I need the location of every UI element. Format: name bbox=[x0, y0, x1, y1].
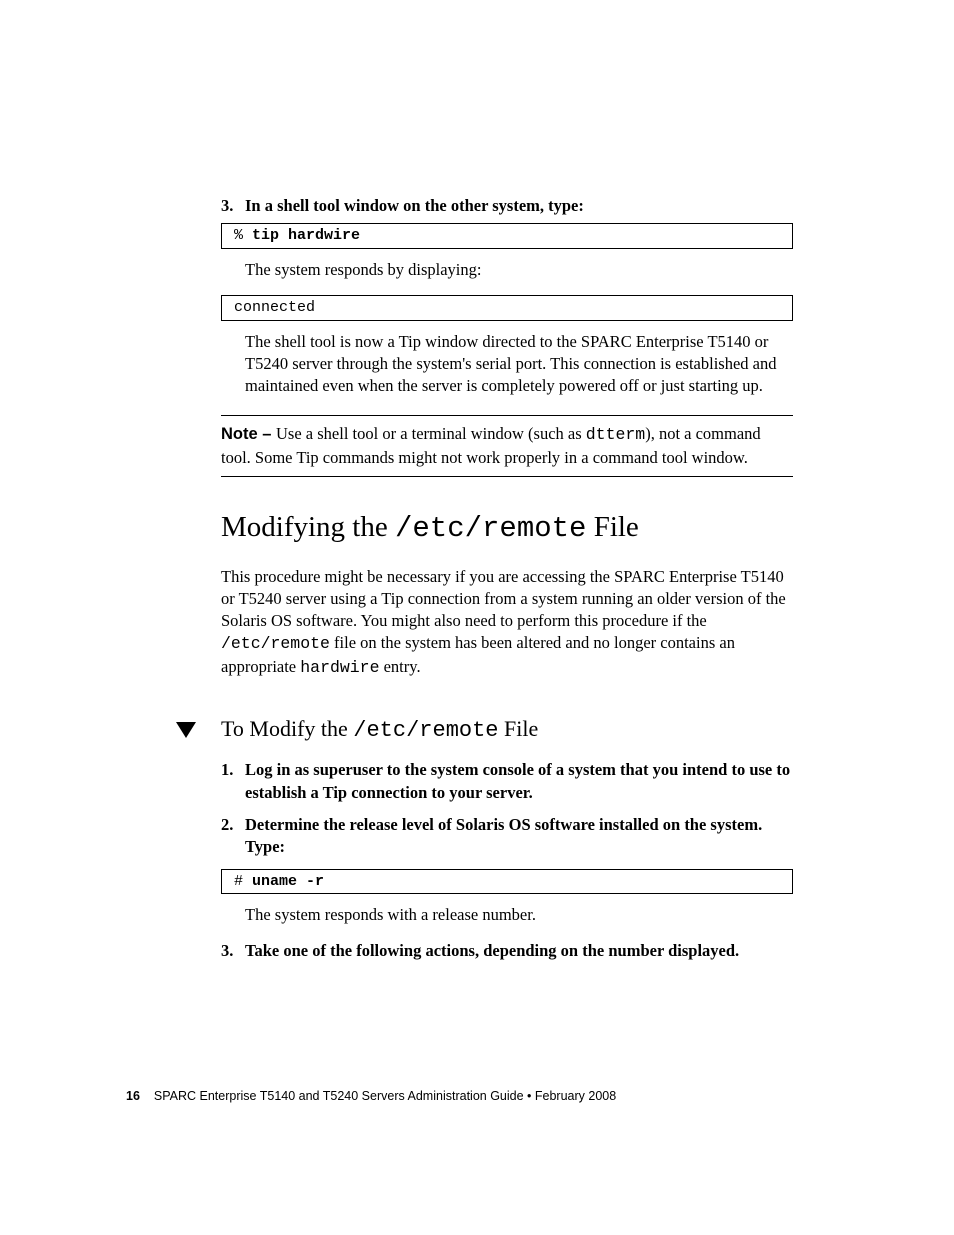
code-output: connected bbox=[234, 299, 315, 316]
section-heading: Modifying the /etc/remote File bbox=[221, 509, 793, 548]
step-text: In a shell tool window on the other syst… bbox=[245, 195, 793, 217]
step-text: Take one of the following actions, depen… bbox=[245, 940, 793, 962]
step-number: 3. bbox=[221, 195, 245, 217]
page-footer: 16 SPARC Enterprise T5140 and T5240 Serve… bbox=[126, 1088, 616, 1105]
response-intro: The system responds by displaying: bbox=[245, 259, 793, 281]
page-number: 16 bbox=[126, 1089, 140, 1103]
step-list-lower: 1. Log in as superuser to the system con… bbox=[221, 759, 793, 858]
code-box-uname: # uname -r bbox=[221, 869, 793, 895]
note-rule-bottom bbox=[221, 476, 793, 477]
note-block: Note – Use a shell tool or a terminal wi… bbox=[221, 415, 793, 477]
step-number: 2. bbox=[221, 814, 245, 859]
step-text: Log in as superuser to the system consol… bbox=[245, 759, 793, 804]
code-box-tip: % tip hardwire bbox=[221, 223, 793, 249]
sp-p1: This procedure might be necessary if you… bbox=[221, 567, 786, 631]
code-command: uname -r bbox=[252, 873, 324, 890]
subsection-heading: To Modify the /etc/remote File bbox=[221, 715, 538, 746]
code-prompt: # bbox=[234, 873, 252, 890]
code-command: tip hardwire bbox=[252, 227, 360, 244]
section-heading-post: File bbox=[586, 511, 638, 543]
step-2-item: 2. Determine the release level of Solari… bbox=[221, 814, 793, 859]
step-3-body: The system responds by displaying: bbox=[245, 259, 793, 281]
step-3b-item: 3. Take one of the following actions, de… bbox=[221, 940, 793, 962]
tip-explanation-text: The shell tool is now a Tip window direc… bbox=[245, 331, 793, 398]
step-3-item: 3. In a shell tool window on the other s… bbox=[221, 195, 793, 217]
page-content: 3. In a shell tool window on the other s… bbox=[221, 195, 793, 969]
step-number: 1. bbox=[221, 759, 245, 804]
step-1-item: 1. Log in as superuser to the system con… bbox=[221, 759, 793, 804]
subsection-post: File bbox=[499, 716, 539, 741]
section-paragraph: This procedure might be necessary if you… bbox=[221, 566, 793, 679]
tip-explanation: The shell tool is now a Tip window direc… bbox=[245, 331, 793, 398]
footer-title: SPARC Enterprise T5140 and T5240 Servers… bbox=[154, 1089, 616, 1103]
triangle-down-icon bbox=[175, 721, 221, 739]
step-list-upper: 3. In a shell tool window on the other s… bbox=[221, 195, 793, 217]
subsection-pre: To Modify the bbox=[221, 716, 353, 741]
code-prompt: % bbox=[234, 227, 252, 244]
procedure-heading-row: To Modify the /etc/remote File bbox=[175, 715, 793, 746]
code-box-connected: connected bbox=[221, 295, 793, 321]
sp-c1: /etc/remote bbox=[221, 634, 330, 653]
note-pre: Use a shell tool or a terminal window (s… bbox=[276, 424, 586, 443]
sp-c2: hardwire bbox=[300, 658, 379, 677]
section-heading-pre: Modifying the bbox=[221, 511, 395, 543]
note-text: Note – Use a shell tool or a terminal wi… bbox=[221, 416, 793, 476]
step-number: 3. bbox=[221, 940, 245, 962]
note-label: Note – bbox=[221, 425, 276, 443]
step-2-body: The system responds with a release numbe… bbox=[245, 904, 793, 926]
subsection-code: /etc/remote bbox=[353, 718, 498, 743]
section-heading-code: /etc/remote bbox=[395, 512, 586, 545]
step-2-response: The system responds with a release numbe… bbox=[245, 904, 793, 926]
step-text: Determine the release level of Solaris O… bbox=[245, 814, 793, 859]
sp-p3: entry. bbox=[379, 657, 420, 676]
note-code: dtterm bbox=[586, 425, 645, 444]
step-list-lower-2: 3. Take one of the following actions, de… bbox=[221, 940, 793, 962]
